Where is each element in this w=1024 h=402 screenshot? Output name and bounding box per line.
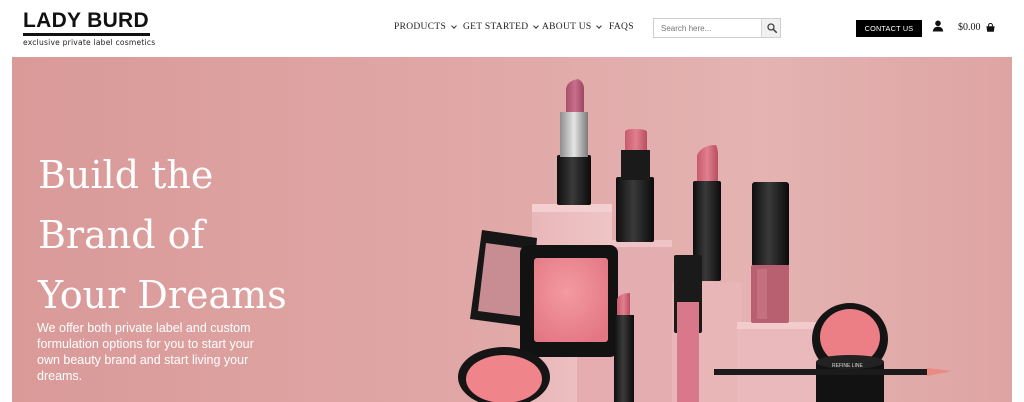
hero-banner: REFINE LINE Build the Brand of Your Drea… <box>12 57 1012 402</box>
nav-get-started-label: GET STARTED <box>463 22 529 32</box>
logo-tagline: exclusive private label cosmetics <box>23 38 156 47</box>
search-box <box>653 18 781 38</box>
chevron-down-icon <box>451 22 457 29</box>
hero-title-line-2: Brand of <box>38 213 205 257</box>
contact-us-button[interactable]: CONTACT US <box>856 20 922 37</box>
nav-about-us-label: ABOUT US <box>542 22 592 32</box>
chevron-down-icon <box>596 22 603 29</box>
hero-title-line-3: Your Dreams <box>38 273 287 317</box>
nav-products-label: PRODUCTS <box>394 22 447 32</box>
search-input[interactable] <box>654 19 762 37</box>
nav-faqs[interactable]: FAQS <box>609 22 634 32</box>
search-button[interactable] <box>761 19 780 37</box>
search-icon <box>767 23 777 33</box>
nav-get-started[interactable]: GET STARTED <box>463 22 540 32</box>
logo-underline <box>23 33 150 36</box>
site-header: LADY BURD exclusive private label cosmet… <box>0 0 1024 56</box>
chevron-down-icon <box>533 22 540 29</box>
logo[interactable]: LADY BURD exclusive private label cosmet… <box>23 9 156 47</box>
nav-faqs-label: FAQS <box>609 22 634 32</box>
shopping-bag-icon <box>985 23 995 32</box>
nav-about-us[interactable]: ABOUT US <box>542 22 603 32</box>
product-label: REFINE LINE <box>832 363 864 369</box>
nav-products[interactable]: PRODUCTS <box>394 22 457 32</box>
hero-title-line-1: Build the <box>38 153 214 197</box>
hero-description: We offer both private label and custom f… <box>37 321 254 383</box>
cart-amount: $0.00 <box>958 22 981 33</box>
user-account-icon[interactable] <box>932 20 944 32</box>
hero-title: Build the Brand of Your Dreams <box>38 145 368 325</box>
cart[interactable]: $0.00 <box>958 22 995 33</box>
logo-name: LADY BURD <box>23 9 149 32</box>
